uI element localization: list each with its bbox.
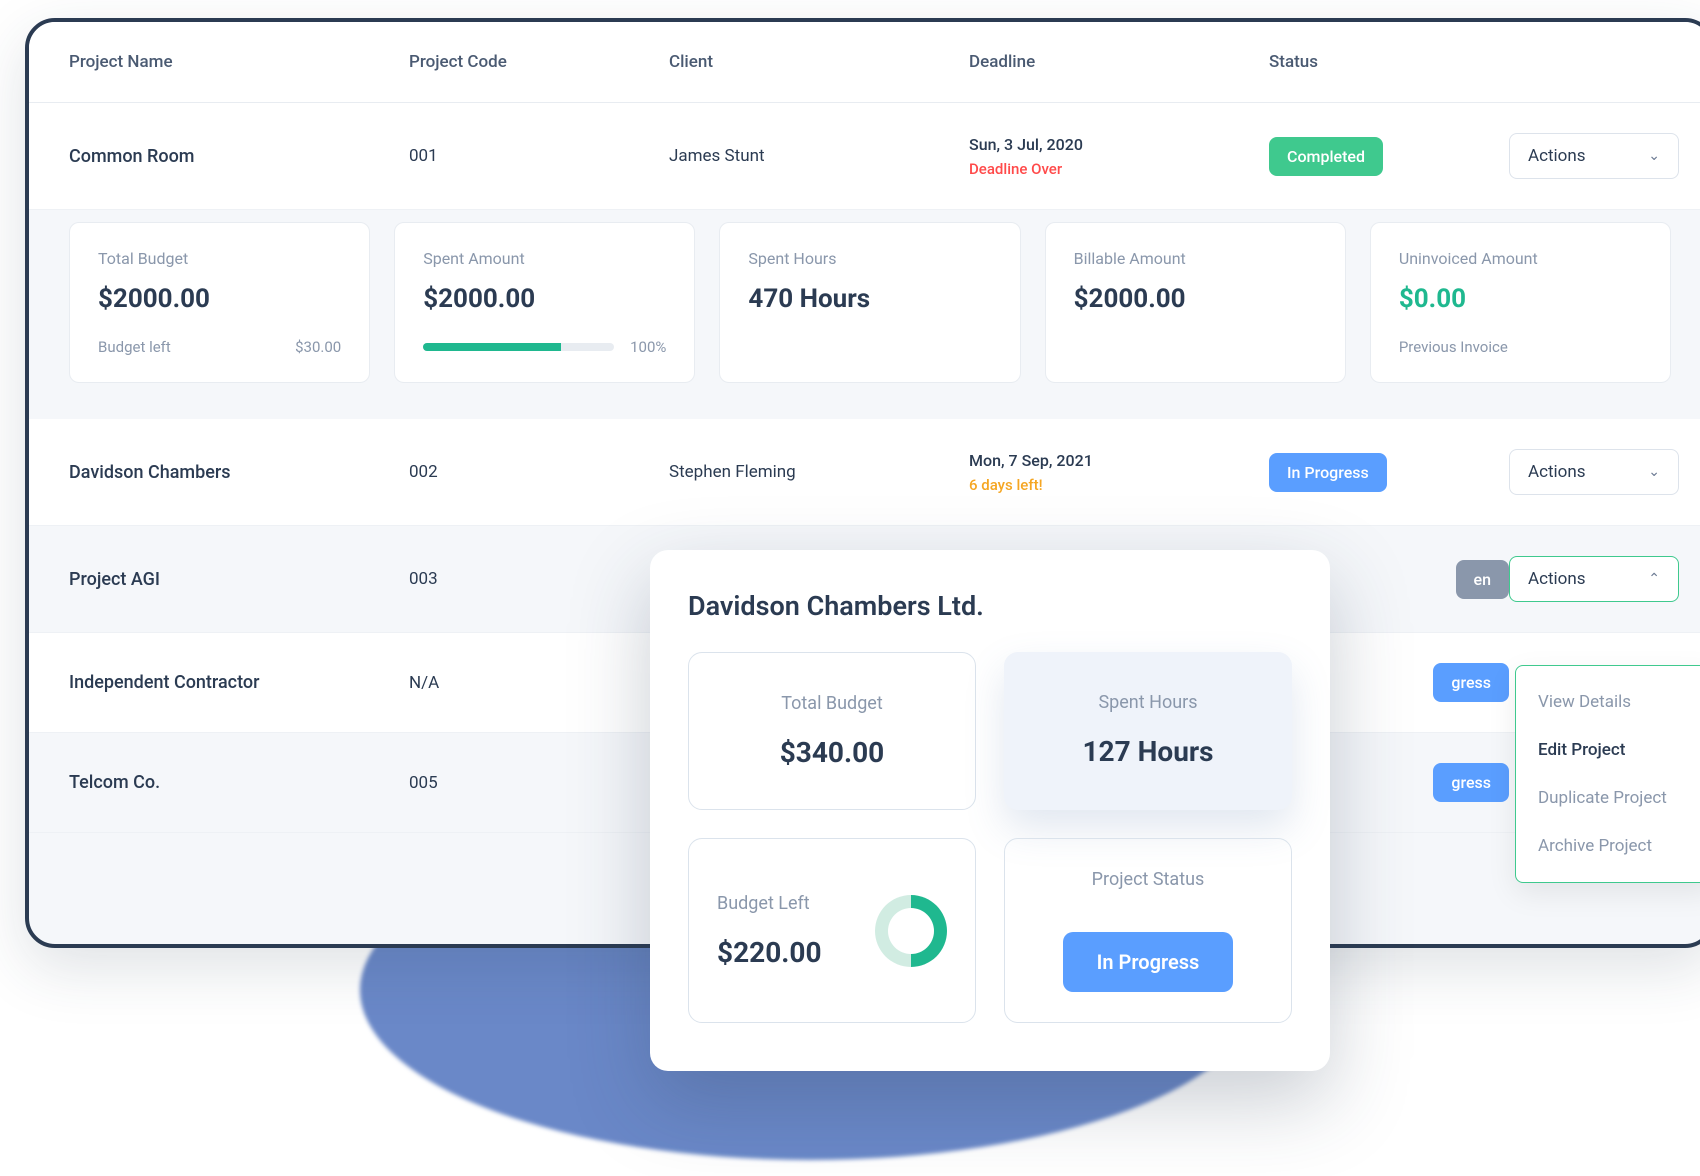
- actions-dropdown-button[interactable]: Actions ⌄: [1509, 133, 1679, 179]
- project-name: Telcom Co.: [69, 772, 409, 793]
- stat-label: Spent Amount: [423, 249, 666, 268]
- chevron-up-icon: ⌃: [1648, 571, 1660, 587]
- client-name: James Stunt: [669, 146, 969, 166]
- stat-label: Spent Hours: [748, 249, 991, 268]
- table-header-row: Project Name Project Code Client Deadlin…: [29, 22, 1700, 103]
- popup-total-budget-card: Total Budget $340.00: [688, 652, 976, 810]
- deadline-note: 6 days left!: [969, 476, 1269, 494]
- popup-budget-left-card: Budget Left $220.00: [688, 838, 976, 1023]
- col-status: Status: [1269, 52, 1509, 72]
- project-code: 005: [409, 773, 669, 793]
- billable-amount-card: Billable Amount $2000.00: [1045, 222, 1346, 383]
- status-badge: In Progress: [1063, 932, 1234, 992]
- actions-dropdown-button[interactable]: Actions ⌄: [1509, 449, 1679, 495]
- project-name: Project AGI: [69, 569, 409, 590]
- expanded-stats-row: Total Budget $2000.00 Budget left $30.00…: [29, 210, 1700, 419]
- mini-value: $220.00: [717, 936, 859, 969]
- actions-dropdown-menu: View Details Edit Project Duplicate Proj…: [1515, 665, 1700, 883]
- spent-hours-card: Spent Hours 470 Hours: [719, 222, 1020, 383]
- stat-value: $2000.00: [423, 284, 666, 314]
- project-code: N/A: [409, 673, 669, 693]
- progress-percent: 100%: [630, 338, 666, 356]
- mini-label: Project Status: [1029, 869, 1267, 890]
- total-budget-card: Total Budget $2000.00 Budget left $30.00: [69, 222, 370, 383]
- stat-value: $2000.00: [98, 284, 341, 314]
- col-deadline: Deadline: [969, 52, 1269, 72]
- previous-invoice-label: Previous Invoice: [1399, 338, 1508, 356]
- popup-spent-hours-card: Spent Hours 127 Hours: [1004, 652, 1292, 810]
- table-row[interactable]: Common Room 001 James Stunt Sun, 3 Jul, …: [29, 103, 1700, 210]
- mini-value: 127 Hours: [1028, 735, 1268, 768]
- col-actions: [1509, 52, 1671, 72]
- donut-chart-icon: [875, 895, 947, 967]
- menu-archive-project[interactable]: Archive Project: [1516, 822, 1700, 870]
- deadline-date: Mon, 7 Sep, 2021: [969, 451, 1269, 470]
- project-name: Davidson Chambers: [69, 462, 409, 483]
- project-code: 001: [409, 146, 669, 166]
- stat-value: $2000.00: [1074, 284, 1317, 314]
- mini-label: Budget Left: [717, 893, 859, 914]
- project-name: Common Room: [69, 146, 409, 167]
- col-project-name: Project Name: [69, 52, 409, 72]
- menu-edit-project[interactable]: Edit Project: [1516, 726, 1700, 774]
- deadline-note: Deadline Over: [969, 160, 1269, 178]
- actions-label: Actions: [1528, 146, 1586, 166]
- status-badge: In Progress: [1269, 453, 1387, 492]
- col-client: Client: [669, 52, 969, 72]
- actions-label: Actions: [1528, 569, 1586, 589]
- spent-amount-card: Spent Amount $2000.00 100%: [394, 222, 695, 383]
- status-badge: Completed: [1269, 137, 1383, 176]
- mini-value: $340.00: [713, 736, 951, 769]
- stat-value: $0.00: [1399, 284, 1642, 314]
- status-badge: en: [1456, 560, 1509, 599]
- project-code: 003: [409, 569, 669, 589]
- deadline-date: Sun, 3 Jul, 2020: [969, 135, 1269, 154]
- stat-label: Uninvoiced Amount: [1399, 249, 1642, 268]
- menu-duplicate-project[interactable]: Duplicate Project: [1516, 774, 1700, 822]
- mini-label: Spent Hours: [1028, 692, 1268, 713]
- project-name: Independent Contractor: [69, 672, 409, 693]
- chevron-down-icon: ⌄: [1648, 464, 1660, 480]
- actions-label: Actions: [1528, 462, 1586, 482]
- stat-value: 470 Hours: [748, 284, 991, 314]
- col-project-code: Project Code: [409, 52, 669, 72]
- mini-label: Total Budget: [713, 693, 951, 714]
- menu-view-details[interactable]: View Details: [1516, 678, 1700, 726]
- budget-left-value: $30.00: [295, 338, 341, 356]
- stat-label: Total Budget: [98, 249, 341, 268]
- project-code: 002: [409, 462, 669, 482]
- status-badge: gress: [1433, 763, 1509, 802]
- client-name: Stephen Fleming: [669, 462, 969, 482]
- table-row[interactable]: Davidson Chambers 002 Stephen Fleming Mo…: [29, 419, 1700, 526]
- chevron-down-icon: ⌄: [1648, 148, 1660, 164]
- uninvoiced-amount-card: Uninvoiced Amount $0.00 Previous Invoice: [1370, 222, 1671, 383]
- budget-left-label: Budget left: [98, 338, 171, 356]
- progress-bar: [423, 343, 614, 351]
- popup-title: Davidson Chambers Ltd.: [688, 590, 1292, 622]
- popup-status-card: Project Status In Progress: [1004, 838, 1292, 1023]
- actions-dropdown-button[interactable]: Actions ⌃: [1509, 556, 1679, 602]
- stat-label: Billable Amount: [1074, 249, 1317, 268]
- status-badge: gress: [1433, 663, 1509, 702]
- project-detail-popup: Davidson Chambers Ltd. Total Budget $340…: [650, 550, 1330, 1071]
